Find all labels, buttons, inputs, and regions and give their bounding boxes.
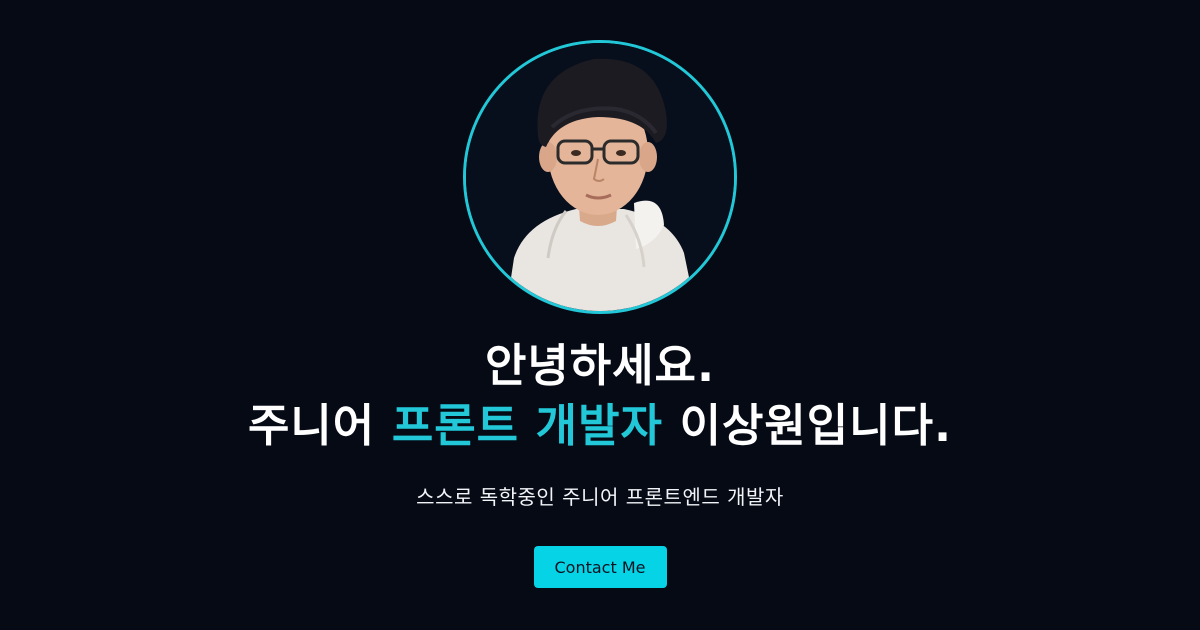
subtitle: 스스로 독학중인 주니어 프론트엔드 개발자 bbox=[416, 485, 784, 509]
intro-name: 이상원입니다. bbox=[679, 399, 953, 452]
contact-me-button[interactable]: Contact Me bbox=[533, 546, 667, 588]
profile-photo bbox=[466, 43, 734, 311]
greeting-line: 안녕하세요. bbox=[484, 339, 716, 392]
intro-role-highlight: 프론트 개발자 bbox=[391, 399, 663, 452]
intro-prefix: 주니어 bbox=[247, 399, 376, 452]
hero-section: 안녕하세요. 주니어 프론트 개발자 이상원입니다. 스스로 독학중인 주니어 … bbox=[0, 0, 1200, 630]
headline: 안녕하세요. 주니어 프론트 개발자 이상원입니다. bbox=[248, 336, 952, 456]
profile-avatar bbox=[463, 40, 737, 314]
